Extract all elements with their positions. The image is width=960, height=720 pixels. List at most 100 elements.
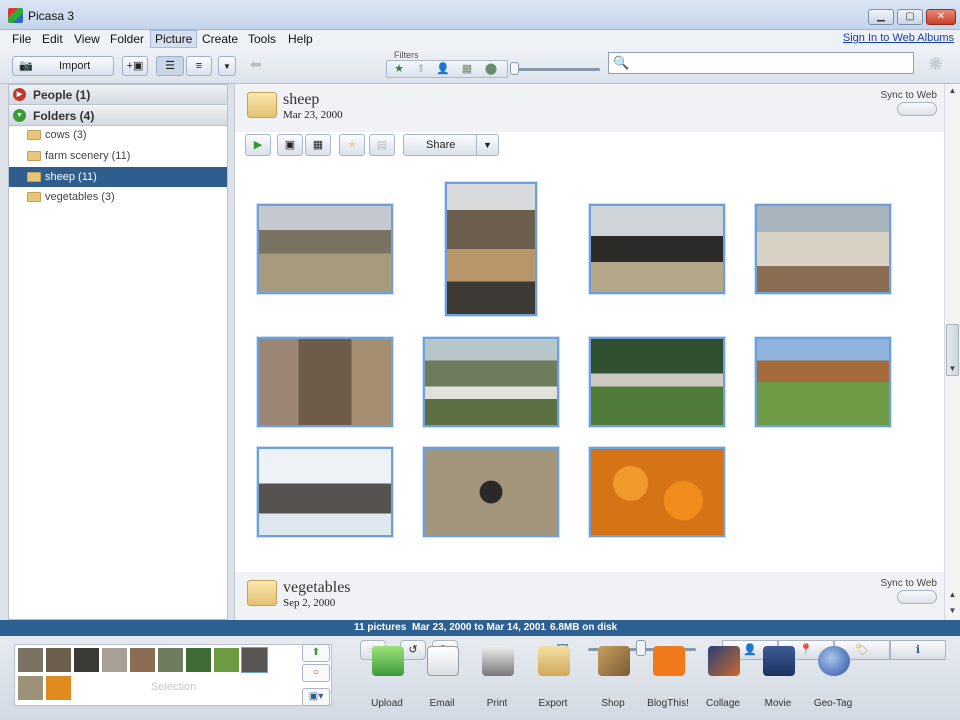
star-button[interactable]: ★ xyxy=(339,134,365,156)
folder-label: farm scenery (11) xyxy=(45,150,131,162)
clear-selection-button[interactable]: ○ xyxy=(302,664,330,682)
tray-thumbnail[interactable] xyxy=(241,647,268,673)
tray-thumbnail[interactable] xyxy=(45,647,72,673)
tray-thumbnail[interactable] xyxy=(157,647,184,673)
scroll-down-icon[interactable]: ▼ xyxy=(945,604,960,618)
date-filter-slider[interactable] xyxy=(512,68,600,71)
add-to-album-button[interactable]: +▣ xyxy=(122,56,148,76)
print-button[interactable]: Print xyxy=(470,640,524,710)
tray-thumbnail[interactable] xyxy=(101,647,128,673)
add-to-album-button[interactable]: ▣▾ xyxy=(302,688,330,706)
folder-item-cows[interactable]: cows (3) xyxy=(9,125,227,145)
geotag-filter-icon[interactable]: ⬤ xyxy=(481,62,501,77)
photo-tray: Selection xyxy=(14,644,332,706)
scroll-up-icon[interactable]: ▲ xyxy=(945,84,960,98)
save-icon: ▤ xyxy=(376,139,388,151)
share-button[interactable]: Share ▼ xyxy=(403,134,499,156)
menu-help[interactable]: Help xyxy=(284,30,317,48)
title-bar: Picasa 3 ▁ ▢ ✕ xyxy=(0,0,960,30)
movie-tool-button[interactable]: Movie xyxy=(751,640,805,710)
menu-create[interactable]: Create xyxy=(198,30,242,48)
shop-button[interactable]: Shop xyxy=(586,640,640,710)
geotag-button[interactable]: Geo-Tag xyxy=(806,640,860,710)
tray-thumbnail[interactable] xyxy=(185,647,212,673)
woolly-sheep-photo xyxy=(259,339,391,425)
chevron-down-icon[interactable]: ▼ xyxy=(476,135,498,155)
shop-icon xyxy=(598,646,630,676)
star-filter-icon[interactable]: ★ xyxy=(389,62,409,77)
photo-thumbnail[interactable] xyxy=(423,447,559,537)
collage-tool-button[interactable]: Collage xyxy=(696,640,750,710)
sync-to-web-toggle[interactable] xyxy=(897,102,937,116)
menu-file[interactable]: File xyxy=(8,30,35,48)
album-title[interactable]: vegetables xyxy=(283,579,351,597)
blogthis-button[interactable]: BlogThis! xyxy=(641,640,695,710)
album-header-sheep: sheep Mar 23, 2000 Sync to Web xyxy=(235,84,945,132)
thumbnail-view-button[interactable]: ☰ xyxy=(156,56,184,76)
back-arrow-icon[interactable]: ⬅ xyxy=(250,56,274,76)
export-button[interactable]: Export xyxy=(526,640,580,710)
sign-in-link[interactable]: Sign In to Web Albums xyxy=(843,32,954,44)
vertical-scrollbar[interactable]: ▲ ▼ ▲ ▼ xyxy=(944,84,960,620)
search-input[interactable]: 🔍 xyxy=(608,52,914,74)
menu-edit[interactable]: Edit xyxy=(38,30,67,48)
photo-thumbnail[interactable] xyxy=(589,337,725,427)
picasa-logo-icon xyxy=(8,8,23,23)
collage-icon xyxy=(708,646,740,676)
tray-thumbnail[interactable] xyxy=(45,675,72,701)
movie-filter-icon[interactable]: ▦ xyxy=(457,62,477,77)
detail-view-button[interactable]: ≡ xyxy=(186,56,212,76)
date-filter-knob[interactable] xyxy=(510,62,519,75)
tray-thumbnail[interactable] xyxy=(17,647,44,673)
tray-thumbnail[interactable] xyxy=(73,647,100,673)
email-icon xyxy=(427,646,459,676)
detail-list-icon: ≡ xyxy=(195,60,203,72)
import-button[interactable]: 📷 Import xyxy=(12,56,114,76)
tray-thumbnail[interactable] xyxy=(17,675,44,701)
hold-pin-button[interactable]: ⬆ xyxy=(302,644,330,662)
photo-thumbnail[interactable] xyxy=(589,204,725,294)
photo-thumbnail[interactable] xyxy=(589,447,725,537)
photo-thumbnail[interactable] xyxy=(755,337,891,427)
people-section-header[interactable]: ▶ People (1) xyxy=(9,85,227,105)
tray-thumbnail[interactable] xyxy=(213,647,240,673)
folder-label: vegetables (3) xyxy=(45,191,115,203)
minimize-button[interactable]: ▁ xyxy=(868,9,894,25)
photo-thumbnail[interactable] xyxy=(755,204,891,294)
view-dropdown-button[interactable]: ▼ xyxy=(218,56,236,76)
expand-arrow-icon: ▶ xyxy=(13,88,26,101)
folder-item-farm-scenery[interactable]: farm scenery (11) xyxy=(9,146,227,166)
menu-view[interactable]: View xyxy=(70,30,104,48)
save-button[interactable]: ▤ xyxy=(369,134,395,156)
scroll-up-icon[interactable]: ▲ xyxy=(945,588,960,602)
menu-picture[interactable]: Picture xyxy=(150,30,198,48)
collage-button[interactable]: ▣ xyxy=(277,134,303,156)
folder-item-vegetables[interactable]: vegetables (3) xyxy=(9,187,227,207)
folder-item-sheep[interactable]: sheep (11) xyxy=(9,167,227,187)
photo-thumbnail[interactable] xyxy=(257,337,393,427)
info-tab[interactable]: ℹ xyxy=(890,640,946,660)
photo-thumbnail[interactable] xyxy=(445,182,537,316)
photo-thumbnail[interactable] xyxy=(257,447,393,537)
movie-button[interactable]: ▦ xyxy=(305,134,331,156)
upload-filter-icon[interactable]: ⬆ xyxy=(411,62,431,77)
tray-thumbnail[interactable] xyxy=(129,647,156,673)
person-filter-icon[interactable]: 👤 xyxy=(433,62,453,77)
scroll-down-icon[interactable]: ▼ xyxy=(945,362,960,376)
menu-folder[interactable]: Folder xyxy=(106,30,148,48)
lamb-on-hay-photo xyxy=(425,449,557,535)
folder-list-panel: ▶ People (1) ▼ Folders (4) cows (3) farm… xyxy=(8,84,228,620)
photo-thumbnail[interactable] xyxy=(257,204,393,294)
email-button[interactable]: Email xyxy=(415,640,469,710)
star-icon: ★ xyxy=(347,139,357,151)
album-title[interactable]: sheep xyxy=(283,91,319,109)
sync-to-web-toggle[interactable] xyxy=(897,590,937,604)
upload-button[interactable]: Upload xyxy=(360,640,414,710)
folders-section-header[interactable]: ▼ Folders (4) xyxy=(9,106,227,126)
play-slideshow-button[interactable]: ▶ xyxy=(245,134,271,156)
close-button[interactable]: ✕ xyxy=(926,9,956,25)
menu-tools[interactable]: Tools xyxy=(244,30,280,48)
maximize-button[interactable]: ▢ xyxy=(897,9,923,25)
photo-thumbnail[interactable] xyxy=(423,337,559,427)
upload-icon xyxy=(372,646,404,676)
